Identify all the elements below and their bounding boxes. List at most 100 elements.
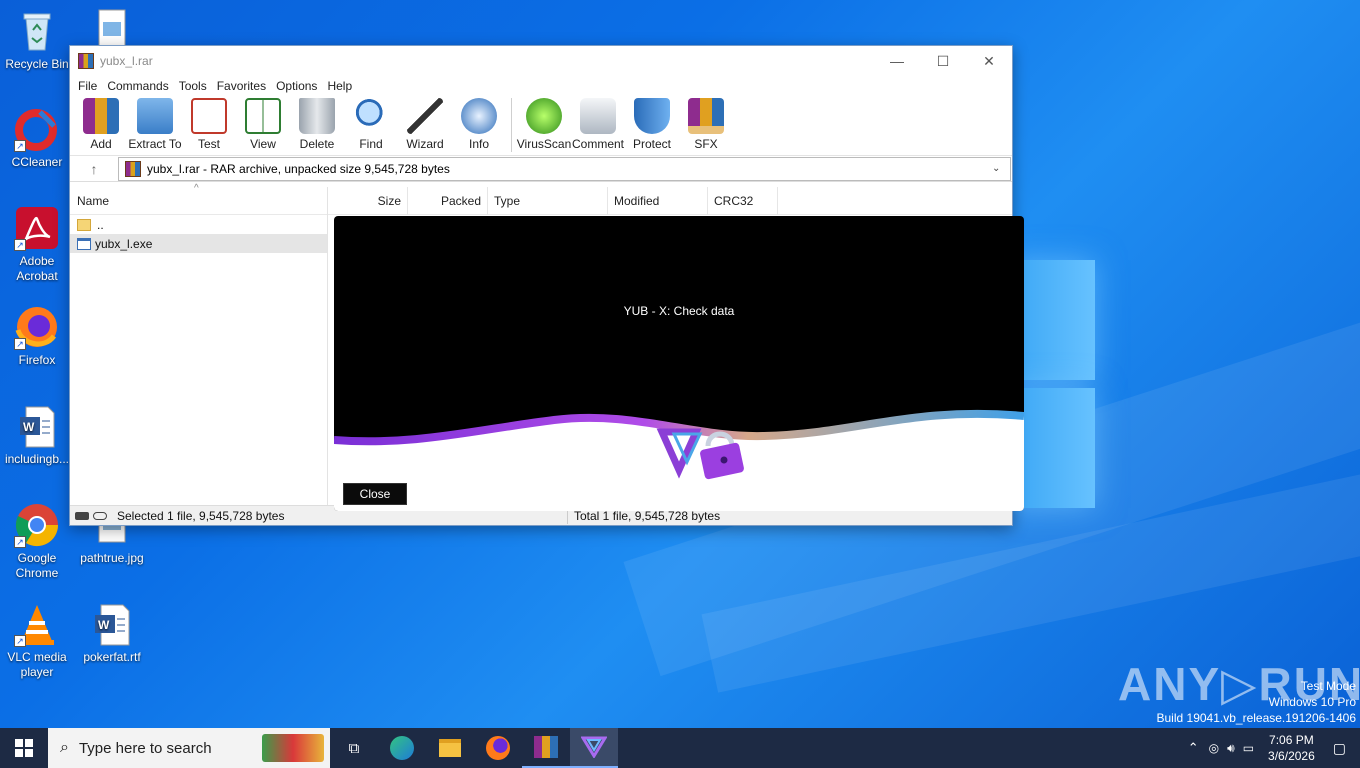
desktop-icon-pokerfat[interactable]: W pokerfat.rtf [76,601,148,665]
column-headers: Size Packed Type Modified CRC32 [328,186,1012,215]
taskbar-winrar[interactable] [522,728,570,768]
protect-button[interactable]: Protect [625,96,679,151]
firefox-icon: ↗ [14,304,60,350]
watermark-line: Test Mode [1300,679,1356,693]
folder-extract-icon [137,98,173,134]
clock[interactable]: 7:06 PM 3/6/2026 [1258,732,1325,764]
taskbar-firefox[interactable] [474,728,522,768]
menu-tools[interactable]: Tools [177,79,215,93]
shield-icon [634,98,670,134]
rar-archive-icon [125,160,141,177]
firefox-icon [486,736,510,760]
archive-path-text: yubx_l.rar - RAR archive, unpacked size … [147,161,450,176]
info-button[interactable]: Info [452,96,506,151]
taskbar-yubx[interactable] [570,728,618,768]
test-button[interactable]: Test [182,96,236,151]
packed-column-header[interactable]: Packed [408,186,488,215]
menu-commands[interactable]: Commands [105,79,176,93]
menu-help[interactable]: Help [325,79,360,93]
address-bar: ↑ yubx_l.rar - RAR archive, unpacked siz… [70,156,1012,182]
wizard-button[interactable]: Wizard [398,96,452,151]
name-column-header[interactable]: Name ^ [70,183,327,215]
exe-file-icon [77,237,91,250]
clock-date: 3/6/2026 [1268,749,1315,763]
column-label-name: Name [77,193,110,208]
notifications-icon[interactable]: ▢ [1325,740,1360,757]
window-title: yubx_l.rar [100,54,153,68]
volume-icon[interactable]: 🔊︎ [1223,741,1239,756]
desktop-icon-label: CCleaner [11,155,63,169]
desktop-icon-vlc[interactable]: ↗ VLC media player [1,601,73,680]
recycle-bin-icon [14,8,60,54]
vlc-icon: ↗ [14,601,60,647]
meet-now-icon[interactable]: ◎ [1205,741,1223,755]
modified-column-header[interactable]: Modified [608,186,708,215]
lock-logo-icon [656,428,744,480]
desktop-icon-recycle-bin[interactable]: Recycle Bin [1,8,73,72]
chevron-up-icon[interactable]: ⌃ [1182,740,1205,756]
comment-button[interactable]: Comment [571,96,625,151]
sort-arrow-icon: ^ [194,183,199,194]
up-arrow-icon[interactable]: ↑ [70,161,118,177]
size-column-header[interactable]: Size [328,186,408,215]
close-window-button[interactable]: ✕ [966,46,1012,76]
magic-wand-icon [407,98,443,134]
column-label-modified: Modified [614,193,660,208]
trash-icon [299,98,335,134]
menu-options[interactable]: Options [274,79,325,93]
toolbar-label: Extract To [128,137,182,151]
task-view-button[interactable]: ⧉ [330,728,378,768]
watermark-line: Windows 10 Pro [1268,695,1356,709]
key-icon [93,511,107,520]
word-doc-icon: W [89,601,135,647]
virusscan-button[interactable]: VirusScan [517,96,571,151]
desktop-icon-firefox[interactable]: ↗ Firefox [1,304,73,368]
network-icon[interactable]: ▭ [1239,741,1258,755]
search-placeholder: Type here to search [78,739,212,757]
desktop-icon-label: VLC media player [7,650,67,679]
column-label-type: Type [494,193,521,208]
file-row-yubx-exe[interactable]: yubx_l.exe [70,234,327,253]
maximize-button[interactable]: ☐ [920,46,966,76]
file-row-parent[interactable]: .. [70,215,327,234]
extract-to-button[interactable]: Extract To [128,96,182,151]
view-button[interactable]: View [236,96,290,151]
yubx-app-icon [581,736,607,758]
crc32-column-header[interactable]: CRC32 [708,186,778,215]
desktop-icon-google-chrome[interactable]: ↗ Google Chrome [1,502,73,581]
desktop-icon-includingb[interactable]: W includingb... [1,403,73,467]
add-button[interactable]: Add [74,96,128,151]
type-column-header[interactable]: Type [488,186,608,215]
delete-button[interactable]: Delete [290,96,344,151]
search-icon: ⌕ [60,739,69,756]
toolbar-label: Add [90,137,112,151]
find-button[interactable]: Find [344,96,398,151]
search-highlight-icon [262,734,324,762]
splash-close-button[interactable]: Close [343,483,407,505]
minimize-button[interactable]: — [874,46,920,76]
column-label-packed: Packed [440,193,481,208]
menu-file[interactable]: File [76,79,105,93]
clock-time: 7:06 PM [1269,733,1314,747]
desktop-icon-ccleaner[interactable]: ↗ CCleaner [1,106,73,170]
acrobat-icon: ↗ [14,205,60,251]
desktop-icon-label: pokerfat.rtf [83,650,141,664]
archive-path-dropdown[interactable]: yubx_l.rar - RAR archive, unpacked size … [118,156,1011,181]
toolbar-label: Test [197,137,220,151]
taskbar-search-box[interactable]: ⌕ Type here to search [48,728,330,768]
start-button[interactable] [0,728,48,768]
desktop-icon-label: Firefox [18,353,56,367]
desktop-icon-adobe-acrobat[interactable]: ↗ Adobe Acrobat [1,205,73,284]
toolbar-label: VirusScan [516,137,572,151]
shortcut-arrow-icon: ↗ [14,140,26,152]
taskbar-edge[interactable] [378,728,426,768]
title-bar[interactable]: yubx_l.rar — ☐ ✕ [70,46,1012,76]
info-icon [461,98,497,134]
chevron-down-icon[interactable]: ⌄ [992,163,1010,174]
book-view-icon [245,98,281,134]
folder-icon [77,218,91,231]
sfx-button[interactable]: SFX [679,96,733,151]
svg-text:W: W [98,618,110,632]
menu-favorites[interactable]: Favorites [215,79,274,93]
taskbar-file-explorer[interactable] [426,728,474,768]
